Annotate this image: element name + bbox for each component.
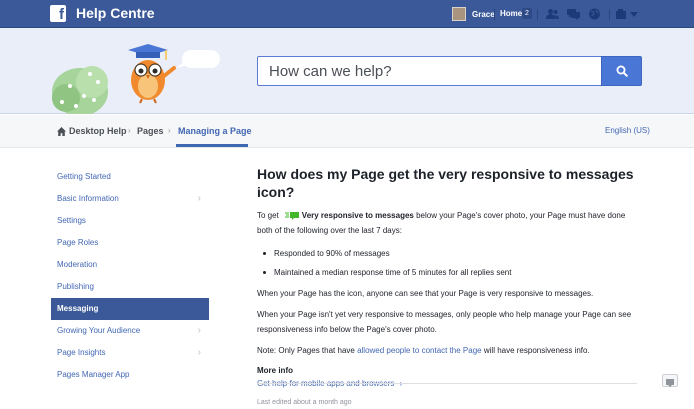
avatar [452,7,466,21]
divider [257,383,637,384]
breadcrumb-managing-a-page[interactable]: Managing a Page [178,125,252,137]
intro-prefix: To get [257,211,279,220]
user-profile-link[interactable]: Grace [452,6,495,22]
owl-mascot-icon [128,44,176,104]
sidebar-item-label: Publishing [57,282,94,291]
contact-page-link[interactable]: allowed people to contact the Page [357,346,482,355]
active-tab-indicator [176,144,248,147]
sidebar-item-moderation[interactable]: Moderation [51,254,209,276]
sidebar-item-label: Growing Your Audience [57,326,141,335]
sidebar-item-growing-your-audience[interactable]: Growing Your Audience › [51,320,209,342]
breadcrumb-label: Desktop Help [69,126,127,136]
sidebar-item-label: Messaging [57,304,99,313]
intro-paragraph: To get Very responsive to messages below … [257,208,637,238]
last-edited-text: Last edited about a month ago [257,399,352,406]
facebook-logo-icon[interactable]: f [50,5,66,22]
sidebar-item-settings[interactable]: Settings [51,210,209,232]
app-title[interactable]: Help Centre [76,5,155,22]
intro-bold: Very responsive to messages [301,211,414,220]
chevron-right-icon: › [197,347,201,358]
breadcrumb-desktop-help[interactable]: Desktop Help [57,125,127,137]
chevron-right-icon: › [197,325,201,336]
sidebar-item-publishing[interactable]: Publishing [51,276,209,298]
chevron-right-icon: › [128,126,131,135]
feedback-icon[interactable] [662,374,678,387]
search-icon [616,65,628,77]
home-count-badge: 2 [522,8,532,19]
note-suffix: will have responsiveness info. [483,346,590,355]
sidebar-item-page-insights[interactable]: Page Insights › [51,342,209,364]
language-selector[interactable]: English (US) [605,126,650,135]
sidebar-item-label: Moderation [57,260,98,269]
sidebar-item-basic-information[interactable]: Basic Information › [51,188,209,210]
home-link[interactable]: Home [500,9,522,18]
speech-bubble-icon [176,50,220,68]
sidebar-item-label: Page Insights [57,348,106,357]
note-paragraph: Note: Only Pages that have allowed peopl… [257,343,637,358]
sidebar-item-label: Basic Information [57,194,119,203]
search-button[interactable] [601,56,642,86]
top-navigation-bar: f Help Centre Grace Home 2 [0,0,694,28]
home-icon [57,126,66,136]
search-input[interactable] [258,57,602,85]
messages-icon[interactable] [567,8,580,20]
sidebar-item-label: Page Roles [57,238,99,247]
account-settings-icon[interactable] [616,8,629,20]
divider [609,9,610,20]
note-prefix: Note: Only Pages that have [257,346,355,355]
sidebar: Getting Started Basic Information › Setti… [51,166,209,386]
notifications-globe-icon[interactable] [588,8,601,20]
divider [537,9,538,20]
bushes-illustration-icon [52,66,108,114]
paragraph: When your Page isn't yet very responsive… [257,310,632,334]
search-box [257,56,602,86]
article: How does my Page get the very responsive… [257,165,637,409]
article-title: How does my Page get the very responsive… [257,166,634,200]
user-name: Grace [472,9,495,19]
list-item: Responded to 90% of messages [263,244,637,263]
chevron-right-icon: › [197,193,201,204]
very-responsive-badge-icon [284,211,299,220]
breadcrumb: Desktop Help › Pages › Managing a Page [0,115,694,148]
sidebar-item-label: Pages Manager App [57,370,130,379]
sidebar-item-messaging[interactable]: Messaging [51,298,209,320]
divider [494,9,495,20]
sidebar-item-label: Getting Started [57,172,111,181]
sidebar-item-page-roles[interactable]: Page Roles [51,232,209,254]
more-info-heading: More info [257,366,293,375]
friend-requests-icon[interactable] [546,8,559,20]
breadcrumb-pages[interactable]: Pages [137,125,164,137]
requirements-list: Responded to 90% of messages Maintained … [257,244,637,282]
sidebar-item-label: Settings [57,216,86,225]
dropdown-arrow-icon[interactable] [630,8,638,20]
list-item: Maintained a median response time of 5 m… [263,263,637,282]
sidebar-item-pages-manager-app[interactable]: Pages Manager App [51,364,209,386]
chevron-right-icon: › [168,126,171,135]
sidebar-item-getting-started[interactable]: Getting Started [51,166,209,188]
paragraph: When your Page has the icon, anyone can … [257,289,594,298]
